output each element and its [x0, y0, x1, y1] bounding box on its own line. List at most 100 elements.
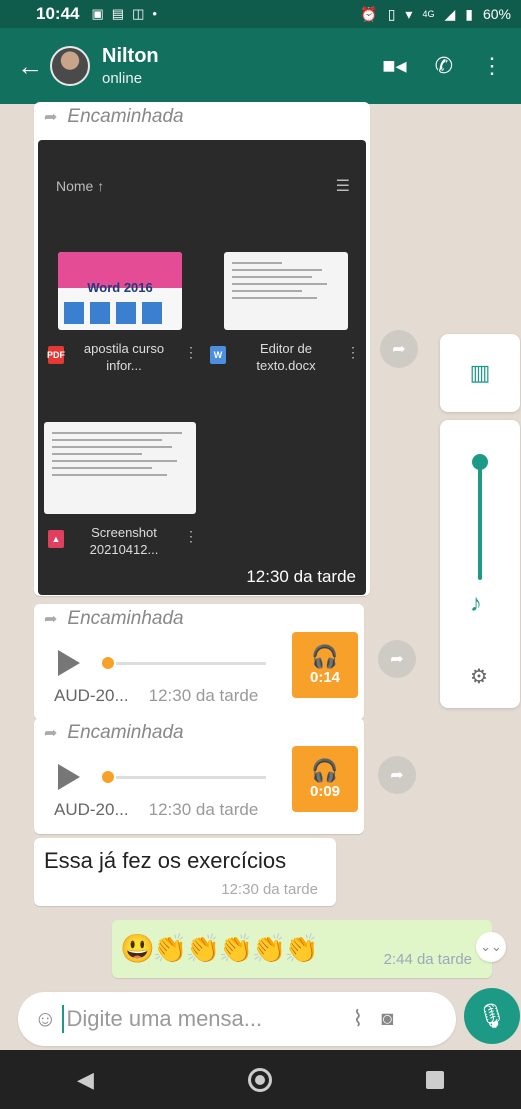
pdf-icon: PDF — [47, 346, 65, 364]
arrow-left-icon[interactable]: ← — [10, 51, 50, 82]
system-nav-bar: ◀ — [0, 1050, 521, 1109]
ringer-mode-button[interactable]: ▥ — [440, 334, 520, 412]
camera-icon[interactable]: ◙ — [381, 1008, 393, 1031]
screenshot-icon: ◫ — [132, 6, 145, 21]
wifi-icon: ▾ — [405, 5, 413, 22]
more-vert-icon[interactable]: ⋮ — [481, 53, 503, 79]
status-time: 10:44 — [36, 4, 80, 23]
headphones-icon: 🎧 — [311, 757, 339, 783]
audio-duration: 0:09 — [309, 782, 341, 800]
battery-icon: ▮ — [465, 5, 473, 22]
vibrate-icon: ▥ — [469, 360, 491, 385]
audio-thumb: 🎧 0:14 — [292, 632, 358, 698]
more-vert-icon: ⋮ — [346, 344, 360, 360]
audio-player — [58, 650, 266, 676]
audio-name: AUD-20... — [54, 800, 129, 819]
play-icon[interactable] — [58, 650, 80, 676]
forward-icon[interactable]: ➦ — [378, 640, 416, 678]
text-message[interactable]: Essa já fez os exercícios 12:30 da tarde — [34, 838, 336, 906]
text-cursor — [62, 1005, 65, 1033]
message-icon: ▤ — [111, 6, 125, 21]
audio-name: AUD-20... — [54, 686, 129, 705]
forwarded-label: ➦ Encaminhada — [34, 604, 364, 630]
image-attachment[interactable]: Nome ↑ ☰ Word 2016 PDF apostila curso in… — [38, 140, 366, 595]
audio-track[interactable] — [116, 661, 266, 665]
vibrate-icon: ▯ — [387, 5, 396, 22]
seek-handle[interactable] — [102, 657, 114, 669]
message-time: 12:30 da tarde — [148, 686, 259, 705]
audio-thumb: 🎧 0:09 — [292, 746, 358, 812]
status-right: ⏰ ▯ ▾ 4G ◢ ▮ 60% — [360, 6, 511, 23]
audio-meta: AUD-20... 12:30 da tarde — [54, 800, 258, 820]
file-item: ▲ Screenshot 20210412... ⋮ — [48, 524, 198, 558]
file-item: PDF apostila curso infor... ⋮ — [47, 340, 198, 374]
sort-label: Nome ↑ — [56, 178, 105, 194]
seek-handle[interactable] — [102, 771, 114, 783]
attach-icon[interactable]: ⌇ — [352, 1006, 363, 1032]
word-thumb-title: Word 2016 — [87, 280, 153, 295]
forwarded-label: ➦ Encaminhada — [34, 718, 364, 744]
headphones-icon: 🎧 — [311, 643, 339, 669]
forward-arrow-icon: ➦ — [44, 725, 58, 742]
phone-icon[interactable]: ✆ — [435, 53, 453, 79]
audio-message[interactable]: ➦ Encaminhada AUD-20... 12:30 da tarde 🎧… — [34, 718, 364, 834]
file-name: Screenshot 20210412... — [89, 525, 159, 557]
forwarded-text: Encaminhada — [67, 106, 184, 127]
editor-thumbnail — [224, 252, 348, 330]
contact-info[interactable]: Nilton online — [102, 45, 159, 87]
gear-icon[interactable]: ⚙ — [470, 664, 488, 689]
volume-panel: ♪ ⚙ — [440, 420, 520, 708]
video-call-icon[interactable]: ■◂ — [382, 53, 406, 79]
outgoing-message[interactable]: 😃👏👏👏👏👏 2:44 da tarde — [112, 920, 492, 978]
message-time: 12:30 da tarde — [148, 800, 259, 819]
thumb-blocks — [64, 302, 162, 324]
emoji-icon[interactable]: ☺ — [34, 1006, 56, 1032]
play-icon[interactable] — [58, 764, 80, 790]
scroll-down-icon[interactable]: ⌄⌄ — [476, 932, 506, 962]
forward-icon[interactable]: ➦ — [380, 330, 418, 368]
file-name: apostila curso infor... — [83, 341, 165, 373]
thumb-lines — [232, 262, 327, 304]
nav-home-icon[interactable] — [247, 1067, 272, 1092]
mic-button[interactable]: 🎙 — [464, 988, 520, 1044]
forwarded-text: Encaminhada — [67, 722, 184, 743]
more-vert-icon: ⋮ — [184, 528, 198, 544]
message-composer: ☺ ⌇ ◙ — [18, 992, 456, 1046]
header-actions: ■◂ ✆ ⋮ — [382, 53, 503, 79]
nav-back-icon[interactable]: ◀ — [77, 1067, 94, 1093]
file-name: Editor de texto.docx — [256, 341, 316, 373]
contact-presence: online — [102, 70, 143, 87]
battery-level: 60% — [482, 6, 511, 22]
contact-name: Nilton — [102, 45, 159, 67]
word-icon: W — [210, 346, 226, 364]
message-text: Essa já fez os exercícios — [44, 848, 287, 873]
volume-slider[interactable] — [478, 460, 482, 580]
volume-slider-handle[interactable] — [472, 454, 488, 470]
music-note-icon: ♪ — [470, 590, 482, 617]
dot-icon: • — [152, 6, 157, 21]
forwarded-label: ➦ Encaminhada — [34, 102, 370, 128]
message-time: 12:30 da tarde — [246, 567, 356, 586]
message-time: 2:44 da tarde — [383, 951, 472, 968]
thumb-lines — [52, 432, 182, 481]
gallery-icon: ▣ — [91, 6, 104, 21]
forwarded-text: Encaminhada — [67, 608, 184, 629]
notification-icons: ▣ ▤ ◫ • — [91, 6, 156, 22]
forward-arrow-icon: ➦ — [44, 611, 58, 628]
screenshot-thumbnail — [44, 422, 196, 514]
message-input[interactable] — [66, 1006, 347, 1032]
audio-message[interactable]: ➦ Encaminhada AUD-20... 12:30 da tarde 🎧… — [34, 604, 364, 720]
emoji-text: 😃👏👏👏👏👏 — [120, 933, 319, 964]
audio-meta: AUD-20... 12:30 da tarde — [54, 686, 258, 706]
forward-icon[interactable]: ➦ — [378, 756, 416, 794]
audio-player — [58, 764, 266, 790]
file-item: W Editor de texto.docx ⋮ — [210, 340, 360, 374]
avatar[interactable] — [50, 46, 90, 86]
audio-track[interactable] — [116, 775, 266, 779]
signal-icon: ◢ — [444, 5, 456, 22]
word-thumbnail: Word 2016 — [58, 252, 182, 330]
nav-recents-icon[interactable] — [425, 1070, 444, 1089]
message-time: 12:30 da tarde — [221, 881, 318, 898]
status-bar: 10:44 ▣ ▤ ◫ • ⏰ ▯ ▾ 4G ◢ ▮ 60% — [0, 0, 521, 28]
audio-duration: 0:14 — [309, 668, 341, 686]
